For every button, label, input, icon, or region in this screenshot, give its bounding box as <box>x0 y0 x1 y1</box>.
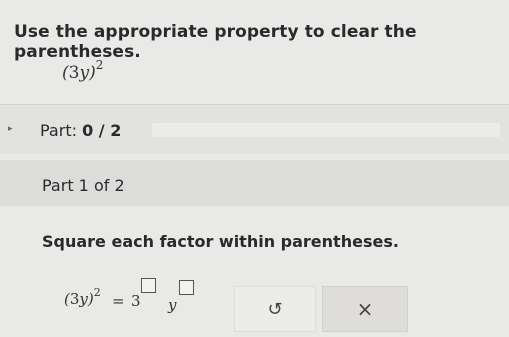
base-number: 3 <box>131 292 141 310</box>
lhs-variable: y <box>79 290 88 308</box>
caret-right-icon[interactable]: ▸ <box>8 124 13 134</box>
lhs-exponent: 2 <box>93 286 101 299</box>
undo-button[interactable]: ↺ <box>234 286 316 332</box>
clear-button[interactable]: × <box>322 286 408 332</box>
expr-open-paren: ( <box>62 63 69 83</box>
close-icon: × <box>356 297 374 321</box>
answer-equation: (3y)2 = 3 y <box>64 278 224 322</box>
equals-sign: = <box>112 292 125 310</box>
expr-exponent: 2 <box>95 58 104 72</box>
equation-lhs: (3y)2 <box>64 286 101 308</box>
part-progress-text: 0 / 2 <box>82 121 122 140</box>
part-progress-bar <box>152 123 500 137</box>
part-one-header: Part 1 of 2 <box>0 160 509 206</box>
exponent-input-y[interactable] <box>179 280 194 295</box>
task-instruction: Square each factor within parentheses. <box>42 232 399 251</box>
expr-coefficient: 3 <box>68 63 80 83</box>
part-progress-label: Part: 0 / 2 <box>40 121 121 140</box>
part-one-label: Part 1 of 2 <box>42 176 125 195</box>
base-variable: y <box>168 296 177 314</box>
question-expression: (3y)2 <box>62 58 103 83</box>
undo-icon: ↺ <box>267 298 283 320</box>
part-label-text: Part: <box>40 121 77 140</box>
expr-variable: y <box>79 63 90 83</box>
expr-close-paren: ) <box>89 63 96 83</box>
divider <box>0 104 509 105</box>
question-prompt: Use the appropriate property to clear th… <box>14 22 417 62</box>
exponent-input-3[interactable] <box>141 278 156 293</box>
lhs-coefficient: 3 <box>69 290 80 308</box>
part-header[interactable]: ▸ Part: 0 / 2 <box>0 106 509 154</box>
